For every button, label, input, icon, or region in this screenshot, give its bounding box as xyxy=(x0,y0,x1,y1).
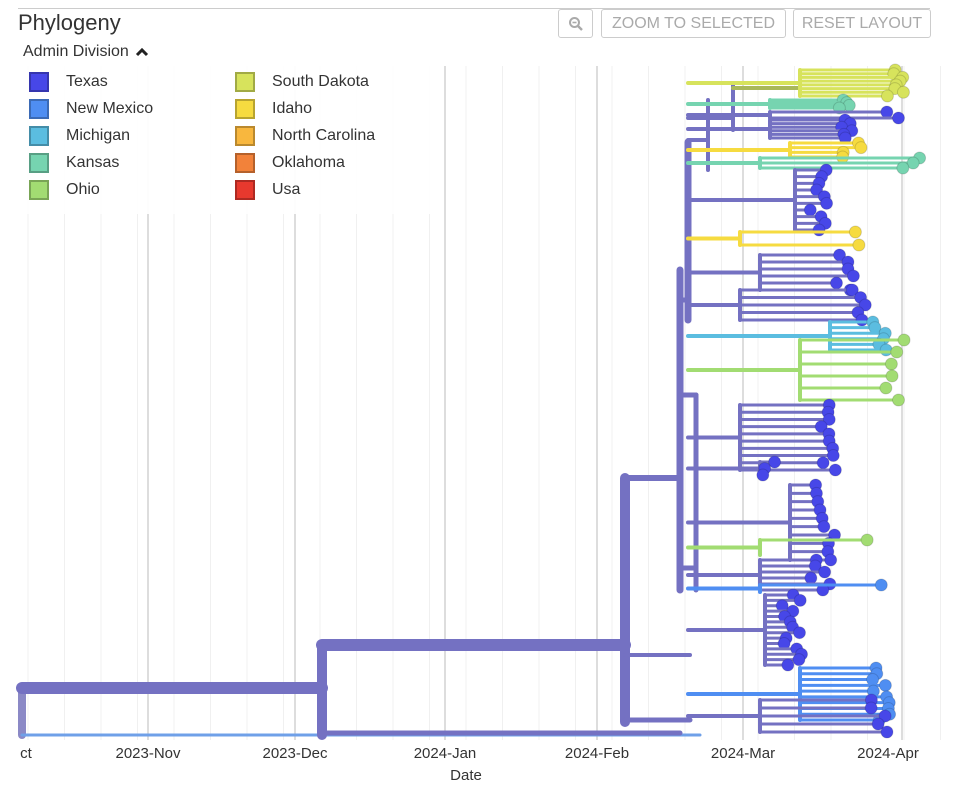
tip[interactable] xyxy=(818,565,832,579)
tip[interactable] xyxy=(852,238,866,252)
tip[interactable] xyxy=(848,225,862,239)
legend-label: North Carolina xyxy=(272,127,376,144)
tip[interactable] xyxy=(880,105,894,119)
tip[interactable] xyxy=(891,111,905,125)
tip[interactable] xyxy=(828,463,842,477)
legend-label: Kansas xyxy=(66,154,120,171)
tip[interactable] xyxy=(792,653,806,667)
x-axis-tick: 2024-Mar xyxy=(710,745,776,762)
tip[interactable] xyxy=(804,571,818,585)
legend-swatch xyxy=(29,180,49,200)
tip[interactable] xyxy=(817,520,831,534)
legend-label: Oklahoma xyxy=(272,154,345,171)
tip[interactable] xyxy=(880,725,894,739)
legend-label: Texas xyxy=(66,73,108,90)
tip[interactable] xyxy=(756,468,770,482)
legend-item-texas[interactable]: Texas xyxy=(29,72,108,92)
tip[interactable] xyxy=(824,553,838,567)
tip[interactable] xyxy=(885,369,899,383)
legend-swatch xyxy=(235,153,255,173)
panel-title: Phylogeny xyxy=(18,10,121,35)
tip[interactable] xyxy=(860,533,874,547)
tip[interactable] xyxy=(781,658,795,672)
legend-swatch xyxy=(235,72,255,92)
tip[interactable] xyxy=(879,381,893,395)
tip[interactable] xyxy=(879,343,893,357)
legend-swatch xyxy=(29,126,49,146)
legend-item-new-mexico[interactable]: New Mexico xyxy=(29,99,153,119)
tip[interactable] xyxy=(890,345,904,359)
chevron-up-icon xyxy=(135,47,148,57)
tip[interactable] xyxy=(884,357,898,371)
legend-swatch xyxy=(235,99,255,119)
tip[interactable] xyxy=(874,578,888,592)
legend-toggle[interactable]: Admin Division xyxy=(23,43,149,61)
tip[interactable] xyxy=(812,223,826,237)
tip[interactable] xyxy=(803,203,817,217)
legend-label: South Dakota xyxy=(272,73,369,90)
legend-swatch xyxy=(235,180,255,200)
legend-item-south-dakota[interactable]: South Dakota xyxy=(235,72,369,92)
legend-label: Usa xyxy=(272,181,301,198)
legend-item-north-carolina[interactable]: North Carolina xyxy=(235,126,375,146)
magnifier-minus-icon xyxy=(568,16,583,31)
tip[interactable] xyxy=(816,456,830,470)
legend-label: New Mexico xyxy=(66,100,154,117)
tip[interactable] xyxy=(826,449,840,463)
legend-swatch xyxy=(235,126,255,146)
tip[interactable] xyxy=(820,196,834,210)
legend-swatch xyxy=(29,72,49,92)
legend-label: Idaho xyxy=(272,100,313,117)
x-axis-tick: 2024-Feb xyxy=(564,745,630,762)
tip[interactable] xyxy=(792,626,806,640)
x-axis-tick: ct xyxy=(20,745,32,762)
legend-swatch xyxy=(29,153,49,173)
x-axis-tick: 2024-Jan xyxy=(413,745,477,762)
zoom-out-button[interactable] xyxy=(558,9,593,38)
legend: Texas New Mexico Michigan Kansas Ohio South D… xyxy=(20,66,440,214)
tip[interactable] xyxy=(793,593,807,607)
tip[interactable] xyxy=(846,269,860,283)
legend-label: Michigan xyxy=(66,127,131,144)
tip[interactable] xyxy=(896,161,910,175)
legend-item-michigan[interactable]: Michigan xyxy=(29,126,130,146)
tip[interactable] xyxy=(878,678,892,692)
tip[interactable] xyxy=(855,313,869,327)
x-axis-tick: 2024-Apr xyxy=(857,745,919,762)
legend-item-oklahoma[interactable]: Oklahoma xyxy=(235,153,345,173)
tip[interactable] xyxy=(829,276,843,290)
legend-swatch xyxy=(29,99,49,119)
tip[interactable] xyxy=(897,333,911,347)
reset-layout-button[interactable]: RESET LAYOUT xyxy=(793,9,931,38)
tip[interactable] xyxy=(866,673,880,687)
tip[interactable] xyxy=(880,89,894,103)
legend-title: Admin Division xyxy=(23,43,129,60)
tip[interactable] xyxy=(896,85,910,99)
tip[interactable] xyxy=(892,393,906,407)
x-axis-tick: 2023-Dec xyxy=(262,745,328,762)
legend-item-ohio[interactable]: Ohio xyxy=(29,180,100,200)
legend-item-idaho[interactable]: Idaho xyxy=(235,99,312,119)
legend-label: Ohio xyxy=(66,181,100,198)
tip[interactable] xyxy=(854,141,868,155)
legend-item-kansas[interactable]: Kansas xyxy=(29,153,119,173)
zoom-to-selected-button[interactable]: ZOOM TO SELECTED xyxy=(601,9,786,38)
tip[interactable] xyxy=(864,701,878,715)
x-axis-title: Date xyxy=(450,767,482,784)
legend-item-usa[interactable]: Usa xyxy=(235,180,300,200)
x-axis-tick: 2023-Nov xyxy=(115,745,181,762)
